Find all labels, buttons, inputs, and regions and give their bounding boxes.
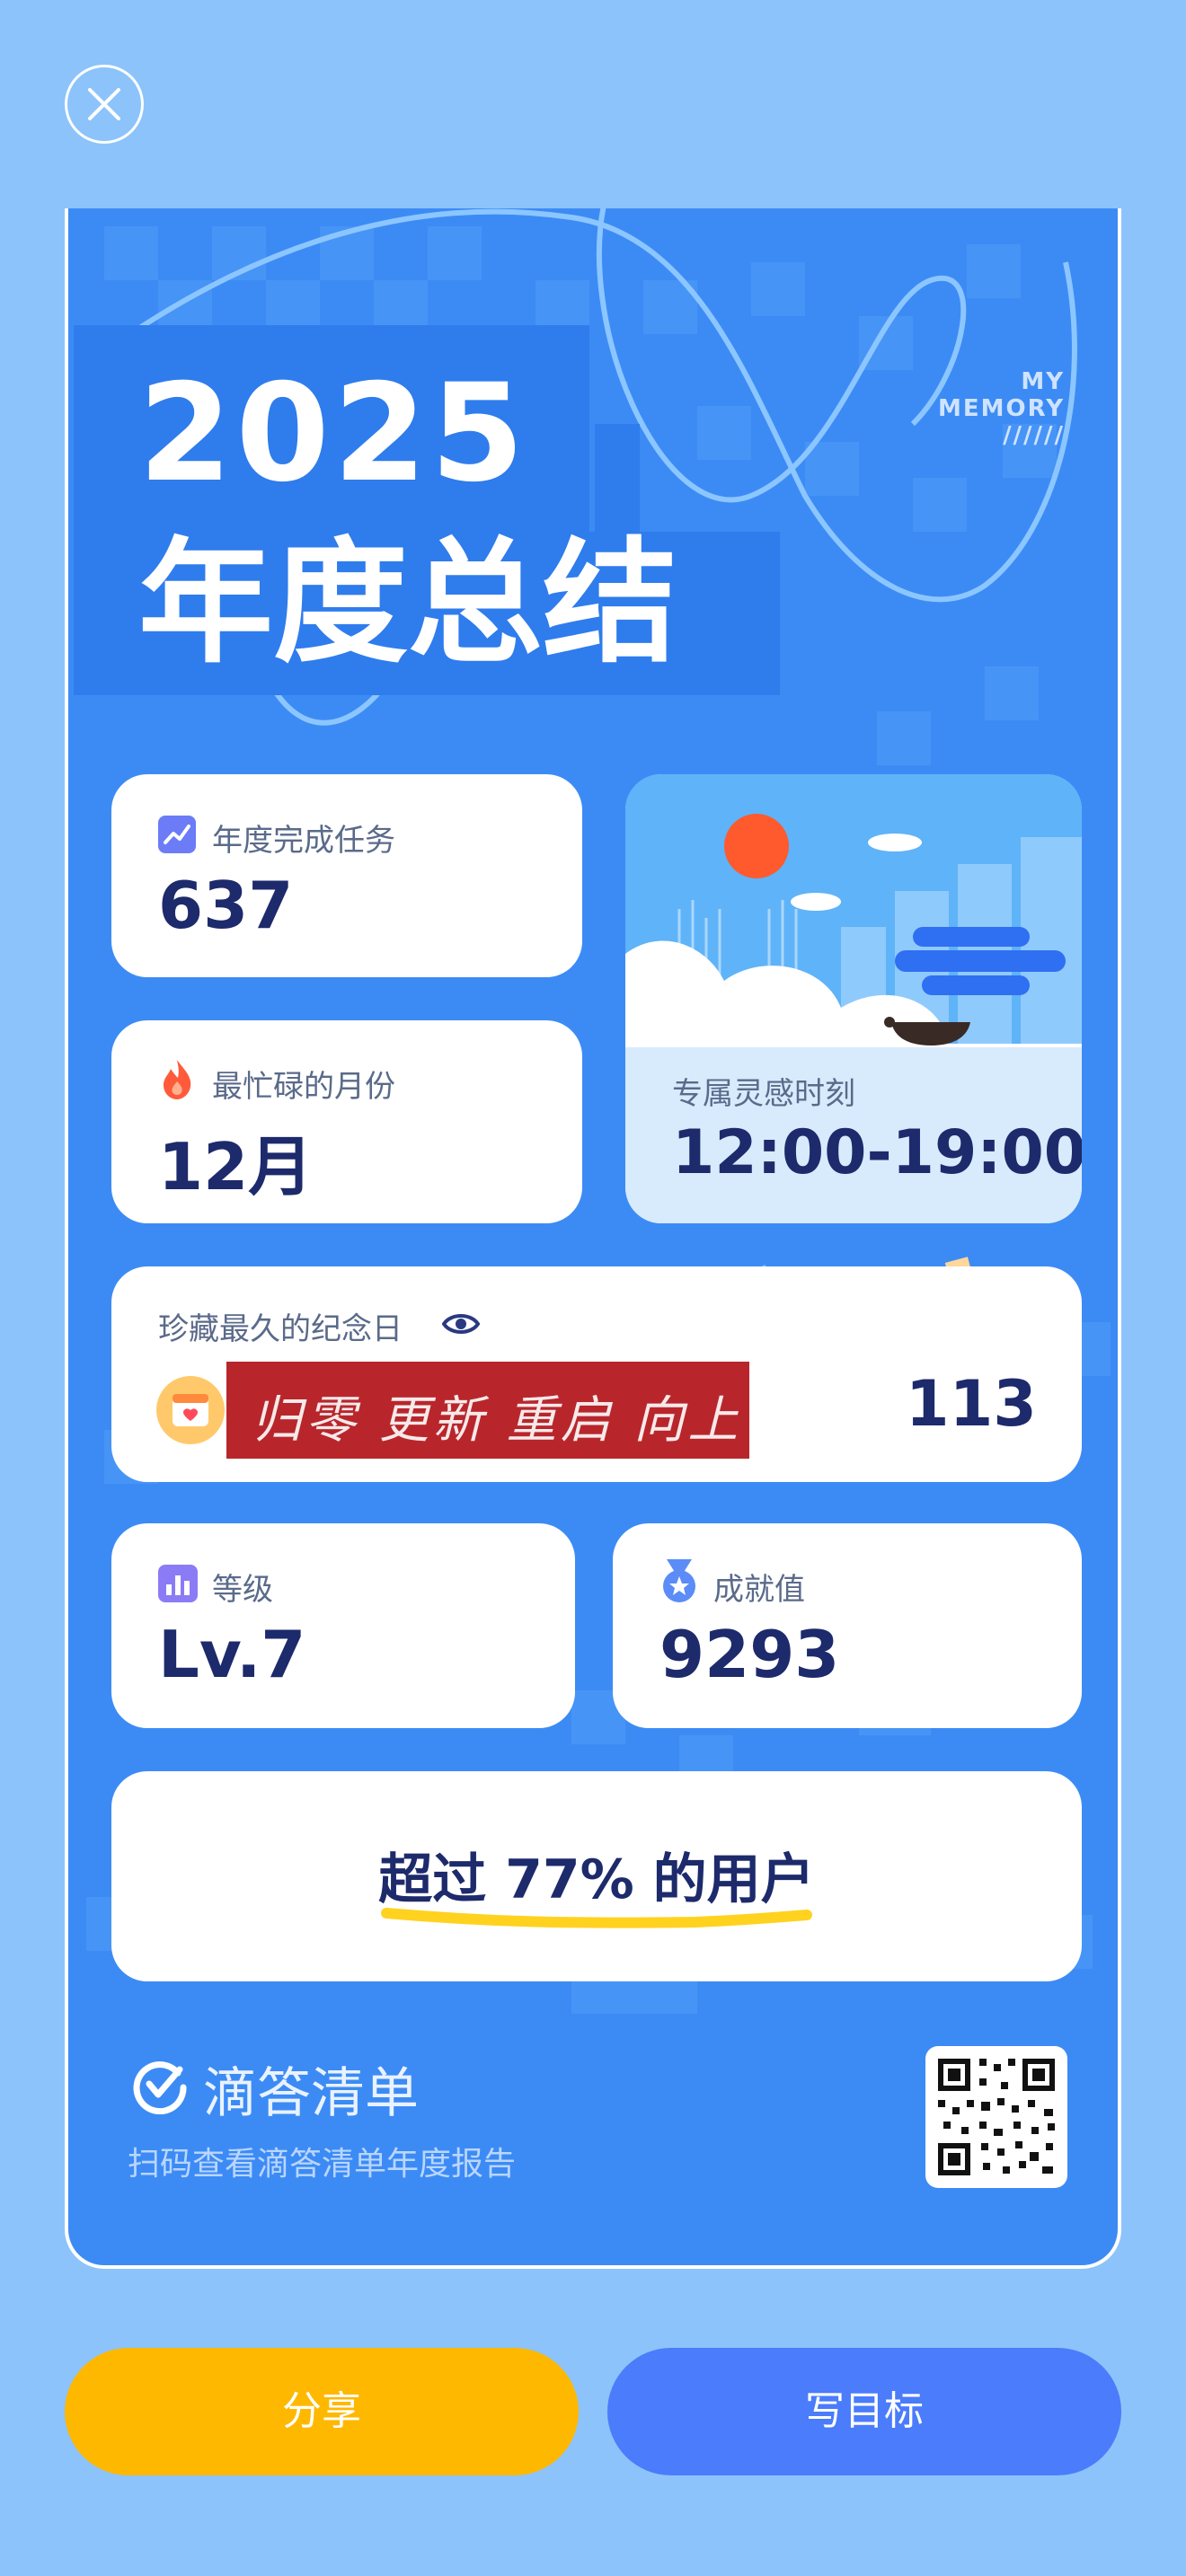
beyond-users-text: 超过 77% 的用户: [378, 1848, 815, 1911]
inspiration-value: 12:00-19:00: [672, 1117, 1082, 1188]
calendar-heart-icon: [156, 1376, 225, 1444]
busiest-month-tile: 最忙碌的月份 12月: [111, 1020, 582, 1223]
anniversary-label: 珍藏最久的纪念日: [158, 1311, 403, 1347]
inspiration-label: 专属灵感时刻: [672, 1076, 855, 1112]
anniversary-photo: 归零 更新 重启 向上: [226, 1362, 749, 1459]
achievement-tile: 成就值 9293: [613, 1523, 1082, 1728]
anniversary-value: 113: [905, 1367, 1037, 1441]
report-card: 2025 年度总结 MY MEMORY ////// 年度完成任务 637 最忙…: [65, 208, 1121, 2269]
report-year: 2025: [138, 356, 528, 512]
bar-chart-icon: [158, 1565, 198, 1602]
close-button[interactable]: [65, 65, 144, 144]
trend-chart-icon: [158, 816, 196, 853]
write-goal-button[interactable]: 写目标: [607, 2348, 1121, 2475]
flame-icon: [164, 1060, 191, 1099]
eye-icon[interactable]: [442, 1311, 480, 1337]
tasks-tile: 年度完成任务 637: [111, 774, 582, 977]
anniversary-photo-text: 归零 更新 重启 向上: [252, 1391, 742, 1450]
level-value: Lv.7: [158, 1617, 306, 1692]
report-title: 年度总结: [138, 525, 678, 682]
checkmark-logo-icon: [133, 2061, 187, 2114]
brand-caption: 扫码查看滴答清单年度报告: [128, 2146, 517, 2183]
achievement-value: 9293: [659, 1617, 840, 1692]
beyond-users-tile: 超过 77% 的用户: [111, 1771, 1082, 1981]
achievement-label: 成就值: [713, 1572, 805, 1608]
qr-code: [925, 2046, 1067, 2188]
share-button[interactable]: 分享: [65, 2348, 579, 2475]
busiest-month-label: 最忙碌的月份: [212, 1069, 395, 1105]
busiest-month-value: 12月: [158, 1129, 314, 1204]
anniversary-tile[interactable]: 珍藏最久的纪念日 归零 更新 重启 向上 113: [111, 1266, 1082, 1482]
level-tile: 等级 Lv.7: [111, 1523, 575, 1728]
close-icon: [88, 88, 120, 120]
tasks-value: 637: [158, 868, 294, 943]
level-label: 等级: [212, 1572, 273, 1608]
tasks-label: 年度完成任务: [212, 823, 395, 859]
inspiration-tile: 专属灵感时刻 12:00-19:00: [625, 774, 1082, 1223]
brand-name: 滴答清单: [203, 2062, 419, 2125]
medal-icon: [663, 1559, 695, 1602]
memory-tag: MY MEMORY //////: [938, 368, 1066, 449]
